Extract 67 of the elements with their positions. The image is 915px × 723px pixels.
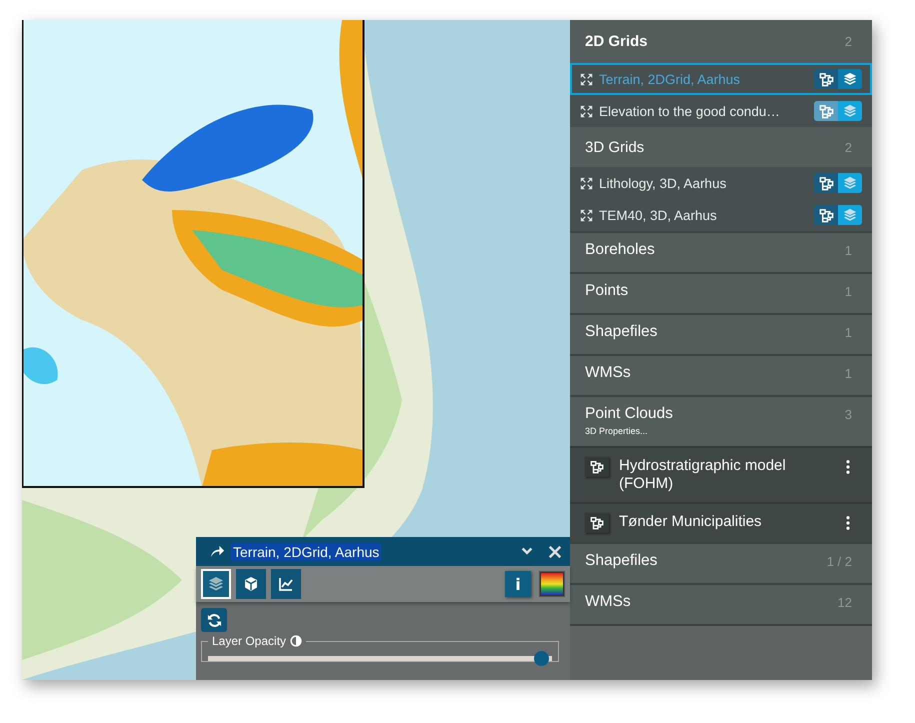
chart-tab[interactable]: [271, 569, 301, 599]
network-icon: [585, 513, 609, 533]
category-title[interactable]: Points: [585, 282, 628, 300]
category-title[interactable]: Shapefiles: [585, 323, 658, 341]
category-title[interactable]: Point Clouds: [585, 405, 673, 423]
network-icon: [818, 176, 834, 190]
grid-toggle[interactable]: [814, 69, 838, 89]
contrast-icon: [290, 635, 302, 647]
layers-icon: [843, 104, 857, 118]
category-subtitle: 3D Properties...: [585, 426, 649, 436]
group-header[interactable]: 3D Grids: [585, 138, 644, 156]
expand-icon[interactable]: [580, 208, 593, 222]
item-count: 2: [844, 140, 852, 154]
kebab-menu-icon[interactable]: [846, 516, 850, 530]
close-icon[interactable]: [548, 544, 562, 558]
network-icon: [585, 457, 609, 477]
panel-title: Terrain, 2DGrid, Aarhus: [231, 542, 382, 560]
layer-name: Terrain, 2DGrid, Aarhus: [599, 72, 742, 86]
slider-thumb[interactable]: [534, 651, 549, 666]
refresh-icon: [206, 612, 222, 628]
layers-icon: [843, 72, 857, 86]
category-title[interactable]: WMSs: [585, 364, 631, 382]
info-button[interactable]: i: [505, 571, 531, 597]
expand-icon[interactable]: [580, 176, 593, 190]
share-icon: [210, 544, 225, 559]
grid-toggle[interactable]: [814, 101, 838, 121]
expand-icon[interactable]: [580, 104, 593, 118]
group-header[interactable]: 2D Grids: [585, 33, 648, 50]
network-icon: [818, 72, 834, 86]
cube-icon: [243, 576, 259, 592]
expand-icon[interactable]: [580, 72, 593, 86]
refresh-button[interactable]: [201, 608, 227, 632]
layer-item[interactable]: Elevation to the good condu…: [570, 95, 872, 127]
layers-icon: [208, 576, 224, 592]
layer-name: TEM40, 3D, Aarhus: [599, 208, 718, 222]
item-count: 3: [844, 406, 852, 422]
color-ramp-button[interactable]: [539, 571, 565, 597]
grid-toggle[interactable]: [814, 173, 838, 193]
item-count: 1: [844, 366, 852, 380]
layers-toggle[interactable]: [838, 69, 862, 89]
category-title[interactable]: Shapefiles: [585, 552, 658, 570]
cube-tab[interactable]: [236, 569, 266, 599]
layers-toggle[interactable]: [838, 101, 862, 121]
opacity-label: Layer Opacity: [212, 634, 286, 648]
item-count: 1: [844, 324, 852, 340]
layer-item[interactable]: TEM40, 3D, Aarhus: [570, 199, 872, 231]
network-icon: [818, 208, 834, 222]
layers-toggle[interactable]: [838, 173, 862, 193]
layer-name: Lithology, 3D, Aarhus: [599, 176, 728, 190]
layer-item[interactable]: Lithology, 3D, Aarhus: [570, 167, 872, 199]
layer-name: Elevation to the good condu…: [599, 104, 781, 118]
layers-tab[interactable]: [201, 569, 231, 599]
kebab-menu-icon[interactable]: [846, 460, 850, 474]
grid-toggle[interactable]: [814, 205, 838, 225]
item-count: 1: [844, 242, 852, 258]
layers-icon: [843, 208, 857, 222]
chart-line-icon: [278, 576, 294, 592]
network-icon: [818, 104, 834, 118]
layers-icon: [843, 176, 857, 190]
item-count: 12: [838, 594, 852, 610]
item-count: 1 / 2: [826, 554, 852, 568]
item-count: 2: [844, 34, 852, 49]
color-ramp-icon: [541, 573, 563, 595]
layers-toggle[interactable]: [838, 205, 862, 225]
item-count: 1: [844, 284, 852, 298]
category-title[interactable]: WMSs: [585, 593, 631, 611]
category-title[interactable]: Boreholes: [585, 241, 655, 259]
